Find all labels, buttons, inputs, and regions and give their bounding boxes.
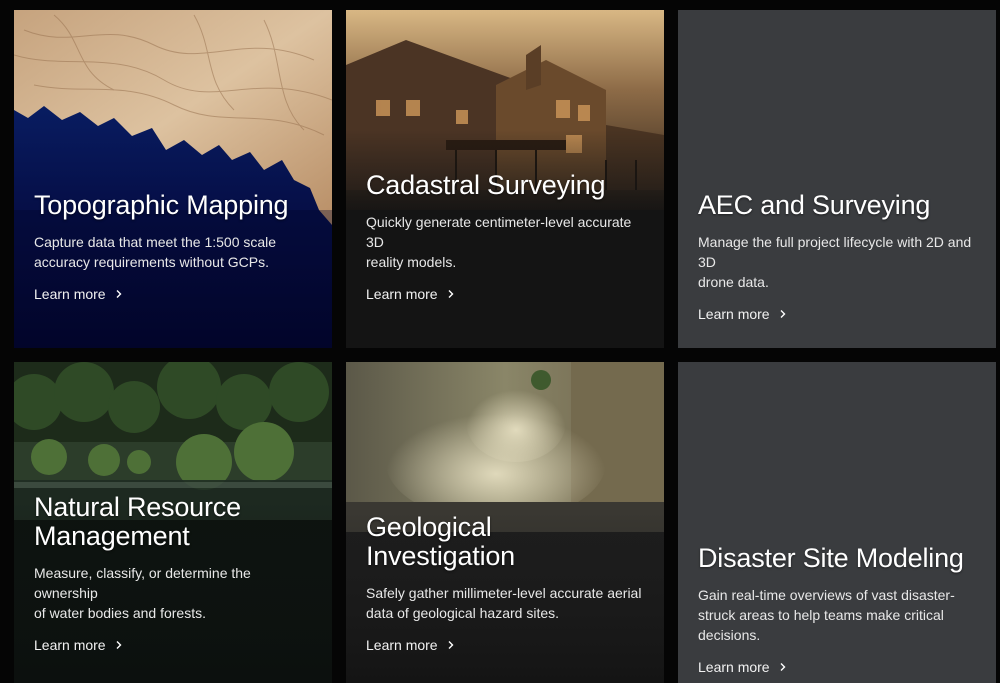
card-title: Topographic Mapping [34, 190, 289, 220]
card-body: Cadastral Surveying Quickly generate cen… [366, 171, 648, 304]
card-title: Cadastral Surveying [366, 170, 606, 200]
card-topographic-mapping[interactable]: Topographic Mapping Capture data that me… [14, 10, 332, 348]
card-body: Topographic Mapping Capture data that me… [34, 191, 316, 304]
chevron-right-icon [780, 310, 786, 318]
learn-more-link[interactable]: Learn more [34, 286, 124, 302]
card-description: Capture data that meet the 1:500 scale a… [34, 234, 277, 270]
learn-more-label: Learn more [34, 286, 106, 302]
card-body: Geological Investigation Safely gather m… [366, 513, 648, 655]
learn-more-link[interactable]: Learn more [698, 306, 788, 322]
learn-more-link[interactable]: Learn more [366, 637, 456, 653]
card-description: Gain real-time overviews of vast disaste… [698, 587, 955, 643]
card-body: Disaster Site Modeling Gain real-time ov… [698, 544, 980, 677]
learn-more-label: Learn more [698, 659, 770, 675]
card-description: Manage the full project lifecycle with 2… [698, 234, 972, 290]
chevron-right-icon [780, 663, 786, 671]
card-description: Quickly generate centimeter-level accura… [366, 214, 632, 270]
chevron-right-icon [448, 290, 454, 298]
learn-more-link[interactable]: Learn more [366, 286, 456, 302]
solutions-grid: Topographic Mapping Capture data that me… [0, 0, 1000, 683]
card-geological-investigation[interactable]: Geological Investigation Safely gather m… [346, 362, 664, 683]
learn-more-link[interactable]: Learn more [34, 637, 124, 653]
card-body: Natural Resource Management Measure, cla… [34, 493, 316, 655]
chevron-right-icon [116, 641, 122, 649]
learn-more-link[interactable]: Learn more [698, 659, 788, 675]
card-title: AEC and Surveying [698, 190, 931, 220]
card-title: Geological Investigation [366, 512, 515, 571]
card-description: Measure, classify, or determine the owne… [34, 565, 251, 621]
learn-more-label: Learn more [698, 306, 770, 322]
card-aec-and-surveying[interactable]: AEC and Surveying Manage the full projec… [678, 10, 996, 348]
card-body: AEC and Surveying Manage the full projec… [698, 191, 980, 324]
chevron-right-icon [448, 641, 454, 649]
card-cadastral-surveying[interactable]: Cadastral Surveying Quickly generate cen… [346, 10, 664, 348]
card-description: Safely gather millimeter-level accurate … [366, 585, 642, 621]
card-disaster-site-modeling[interactable]: Disaster Site Modeling Gain real-time ov… [678, 362, 996, 683]
card-title: Disaster Site Modeling [698, 543, 964, 573]
card-title: Natural Resource Management [34, 492, 241, 551]
learn-more-label: Learn more [34, 637, 106, 653]
chevron-right-icon [116, 290, 122, 298]
learn-more-label: Learn more [366, 637, 438, 653]
card-natural-resource-management[interactable]: Natural Resource Management Measure, cla… [14, 362, 332, 683]
learn-more-label: Learn more [366, 286, 438, 302]
